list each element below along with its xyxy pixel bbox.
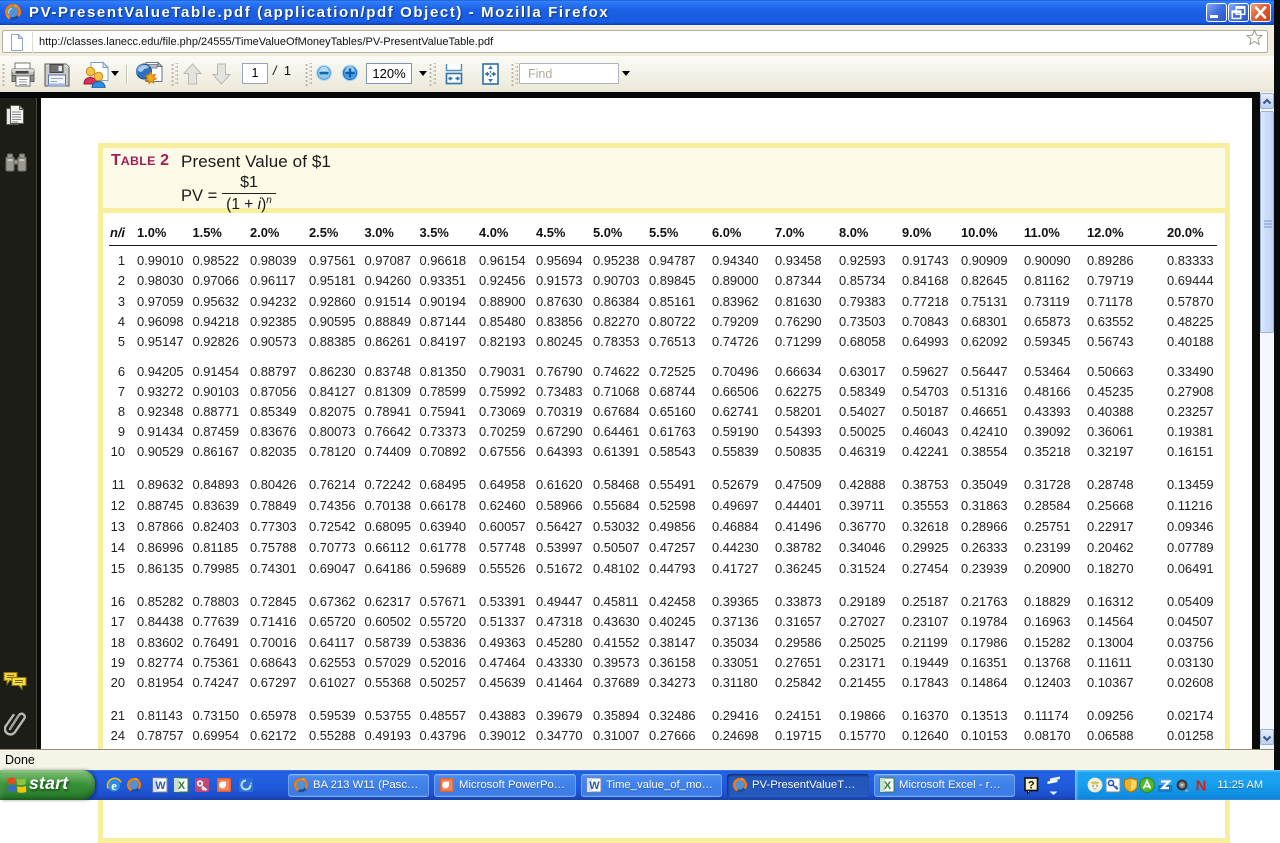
svg-text:W: W — [155, 780, 166, 792]
svg-text:N: N — [1196, 778, 1207, 794]
svg-text:?: ? — [1028, 779, 1035, 791]
svg-text:W: W — [589, 780, 600, 792]
svg-text:X: X — [178, 780, 186, 792]
svg-text:e: e — [111, 779, 117, 793]
svg-text:X: X — [884, 780, 892, 792]
